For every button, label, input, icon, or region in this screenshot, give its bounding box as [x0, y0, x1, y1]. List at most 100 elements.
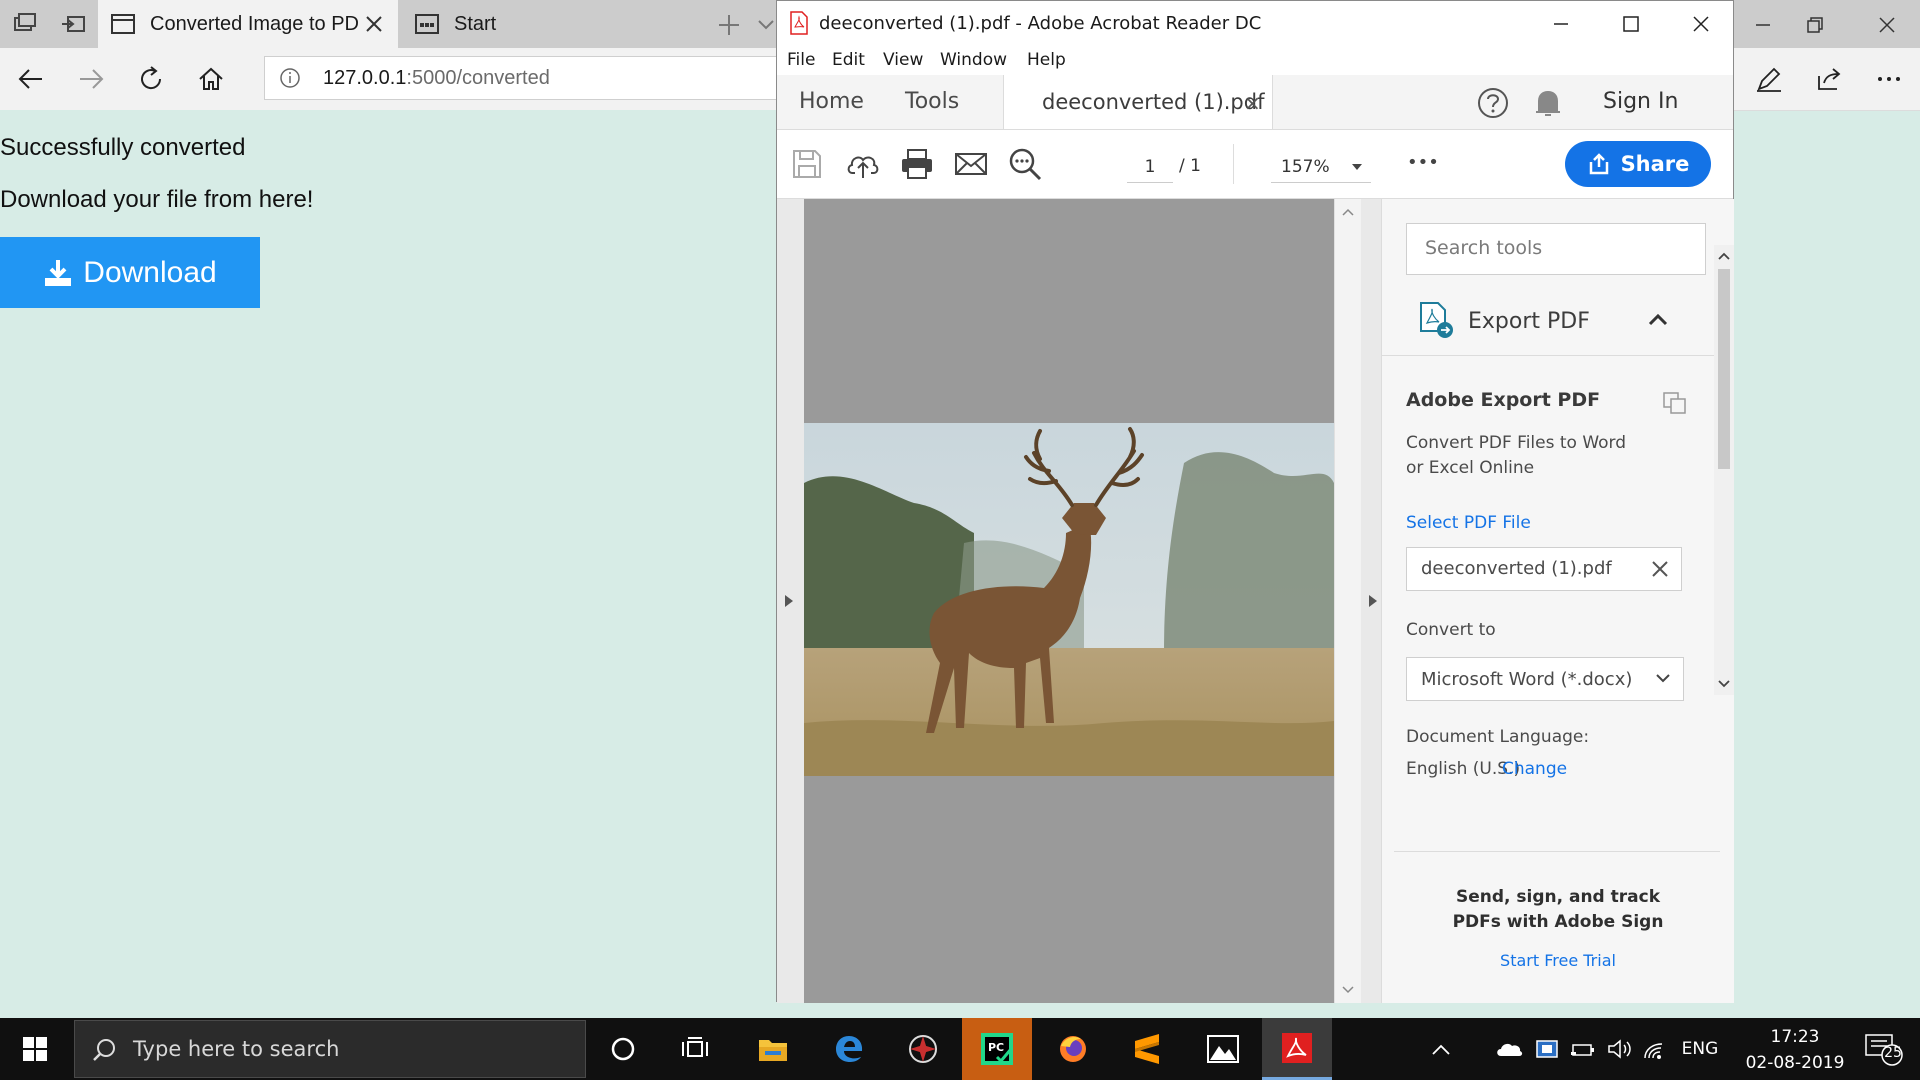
edge-icon[interactable]	[814, 1018, 884, 1080]
pen-icon[interactable]	[1754, 64, 1784, 94]
bluetooth-app-icon[interactable]	[1532, 1018, 1562, 1080]
chevron-up-icon[interactable]	[1341, 207, 1355, 217]
pycharm-icon[interactable]: PC	[962, 1018, 1032, 1080]
windows-icon	[22, 1036, 48, 1062]
print-icon[interactable]	[899, 146, 935, 182]
address-bar[interactable]: 127.0.0.1:5000/converted	[264, 56, 784, 100]
download-button[interactable]: Download	[0, 237, 260, 308]
clear-icon[interactable]	[1649, 558, 1671, 580]
email-icon[interactable]	[953, 146, 989, 182]
zoom-select[interactable]: 157%	[1271, 152, 1371, 183]
convert-to-label: Convert to	[1406, 620, 1496, 640]
acrobat-tab-bar: Home Tools deeconverted (1).pdf × Sign I…	[777, 75, 1733, 130]
menu-window[interactable]: Window	[940, 50, 1007, 70]
task-view-icon[interactable]	[660, 1018, 730, 1080]
zoom-value: 157%	[1281, 157, 1330, 177]
menu-view[interactable]: View	[883, 50, 923, 70]
notification-center[interactable]: 25	[1856, 1018, 1912, 1080]
minimize-icon[interactable]	[1543, 7, 1579, 41]
clock[interactable]: 17:23 02-08-2019	[1740, 1024, 1850, 1076]
refresh-icon[interactable]	[136, 64, 166, 94]
tools-pane-scrollbar[interactable]	[1714, 245, 1734, 695]
close-icon[interactable]	[1683, 7, 1719, 41]
window-title: deeconverted (1).pdf - Adobe Acrobat Rea…	[819, 13, 1262, 34]
document-scrollbar[interactable]	[1334, 199, 1361, 1003]
page-number-input[interactable]: 1	[1127, 152, 1173, 183]
select-pdf-file-link[interactable]: Select PDF File	[1406, 513, 1531, 533]
save-icon[interactable]	[789, 146, 825, 182]
copy-icon[interactable]	[1662, 391, 1688, 415]
tab-manager-icon[interactable]	[12, 12, 38, 36]
taskbar: Type here to search PC ENG 17:23 02-08-2…	[0, 1018, 1920, 1080]
more-tools-icon[interactable]: •••	[1407, 152, 1439, 173]
change-language-link[interactable]: Change	[1502, 759, 1567, 779]
acrobat-taskbar-icon[interactable]	[1262, 1018, 1332, 1080]
chevron-up-icon[interactable]	[1717, 251, 1731, 261]
start-button[interactable]	[0, 1018, 70, 1080]
share-button[interactable]: Share	[1565, 141, 1711, 187]
tab-converted-image[interactable]: Converted Image to PD	[98, 0, 398, 48]
left-panel-toggle-icon[interactable]	[783, 593, 795, 609]
wifi-icon[interactable]	[1640, 1018, 1670, 1080]
adobe-export-description: Convert PDF Files to Word or Excel Onlin…	[1406, 433, 1627, 478]
language-indicator[interactable]: ENG	[1680, 1018, 1720, 1080]
minimize-icon[interactable]	[1748, 10, 1778, 40]
menu-help[interactable]: Help	[1027, 50, 1066, 70]
volume-icon[interactable]	[1604, 1018, 1634, 1080]
tools-pane: Search tools Export PDF Adobe Export PDF…	[1381, 199, 1734, 1003]
restore-icon[interactable]	[1800, 10, 1830, 40]
close-icon[interactable]	[362, 12, 386, 36]
forward-arrow-icon[interactable]	[76, 64, 106, 94]
close-tab-icon[interactable]: ×	[1244, 91, 1261, 115]
tab-tools[interactable]: Tools	[905, 89, 959, 114]
search-tools-input[interactable]: Search tools	[1406, 223, 1706, 275]
sublime-text-icon[interactable]	[1112, 1018, 1182, 1080]
clock-date: 02-08-2019	[1745, 1053, 1845, 1073]
network-app-icon[interactable]	[888, 1018, 958, 1080]
toolbar-divider	[1233, 144, 1234, 184]
maximize-icon[interactable]	[1613, 7, 1649, 41]
help-icon[interactable]	[1477, 87, 1509, 119]
tab-start[interactable]: Start	[402, 0, 700, 48]
cortana-icon[interactable]	[588, 1018, 658, 1080]
taskbar-search[interactable]: Type here to search	[74, 1020, 586, 1078]
chevron-down-icon[interactable]	[1717, 679, 1731, 689]
close-icon[interactable]	[1872, 10, 1902, 40]
export-pdf-header[interactable]: Export PDF	[1382, 285, 1714, 356]
right-panel-toggle-icon[interactable]	[1367, 593, 1379, 609]
info-icon[interactable]	[279, 67, 301, 89]
new-tab-icon[interactable]	[716, 12, 742, 38]
cloud-upload-icon[interactable]	[845, 146, 881, 182]
photos-icon[interactable]	[1188, 1018, 1258, 1080]
firefox-icon[interactable]	[1038, 1018, 1108, 1080]
chevron-down-icon[interactable]	[1341, 985, 1355, 995]
bell-icon[interactable]	[1533, 87, 1563, 119]
onedrive-icon[interactable]	[1494, 1018, 1524, 1080]
selected-file-field[interactable]: deeconverted (1).pdf	[1406, 547, 1682, 591]
tab-home[interactable]: Home	[799, 89, 864, 114]
zoom-out-icon[interactable]	[1007, 146, 1043, 182]
tab-document[interactable]: deeconverted (1).pdf ×	[1003, 75, 1273, 129]
scrollbar-thumb[interactable]	[1718, 269, 1730, 469]
divider	[1394, 851, 1720, 852]
share-icon[interactable]	[1814, 64, 1844, 94]
chevron-up-icon[interactable]	[1426, 1018, 1456, 1080]
battery-icon[interactable]	[1568, 1018, 1598, 1080]
menu-file[interactable]: File	[787, 50, 815, 70]
back-arrow-icon[interactable]	[16, 64, 46, 94]
file-explorer-icon[interactable]	[738, 1018, 808, 1080]
chevron-up-icon[interactable]	[1648, 311, 1668, 327]
sign-in-link[interactable]: Sign In	[1603, 89, 1678, 114]
download-icon	[43, 258, 73, 288]
set-tabs-aside-icon[interactable]	[60, 12, 86, 36]
chevron-down-icon[interactable]	[756, 14, 776, 34]
notification-icon: 25	[1864, 1031, 1904, 1067]
home-icon[interactable]	[196, 64, 226, 94]
convert-to-select[interactable]: Microsoft Word (*.docx)	[1406, 657, 1684, 701]
menu-edit[interactable]: Edit	[832, 50, 865, 70]
more-icon[interactable]	[1874, 64, 1904, 94]
chevron-down-icon	[1655, 672, 1671, 684]
start-free-trial-link[interactable]: Start Free Trial	[1382, 951, 1734, 970]
acrobat-toolbar: 1 / 1 157% ••• Share	[777, 130, 1733, 199]
address-url: 127.0.0.1:5000/converted	[323, 67, 550, 90]
